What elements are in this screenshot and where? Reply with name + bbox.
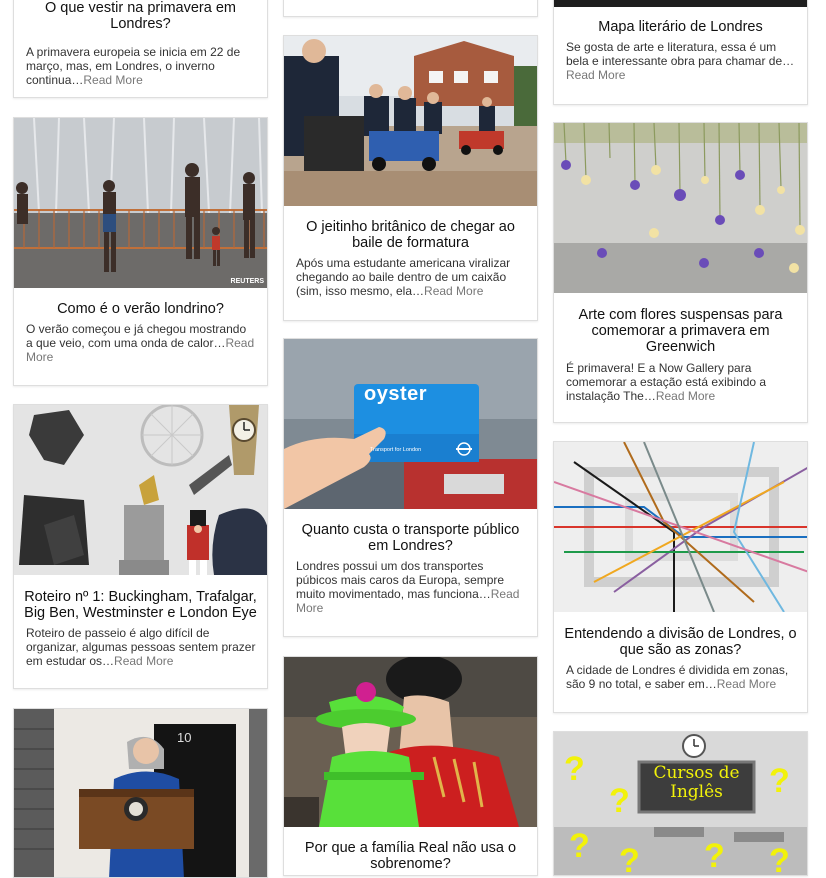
article-card-transport[interactable]: oyster Transport for London Quanto custa…: [283, 338, 538, 637]
london-landmarks-collage: [14, 405, 267, 575]
oyster-card-subtitle: Transport for London: [370, 447, 422, 453]
royals-photo: [284, 657, 537, 827]
article-excerpt: A cidade de Londres é dividida em zonas,…: [566, 663, 789, 691]
read-more-link[interactable]: Read More: [424, 284, 483, 298]
article-card-royal-family[interactable]: Por que a família Real não usa o sobreno…: [283, 656, 538, 876]
article-image-royals[interactable]: [284, 657, 537, 827]
article-image-tube-map[interactable]: [554, 442, 807, 612]
article-excerpt: A primavera europeia se inicia em 22 de …: [26, 45, 241, 87]
article-title[interactable]: Por que a família Real não usa o sobreno…: [284, 840, 537, 872]
svg-text:?: ?: [569, 827, 590, 865]
article-excerpt: Roteiro de passeio é algo difícil de org…: [26, 626, 256, 668]
article-card-prom[interactable]: O jeitinho britânico de chegar ao baile …: [283, 35, 538, 321]
hanging-flowers-photo: [554, 123, 807, 293]
article-card-zones[interactable]: Entendendo a divisão de Londres, o que s…: [553, 441, 808, 713]
article-image-landmarks[interactable]: [14, 405, 267, 575]
prom-scooters-photo: [284, 36, 537, 206]
read-more-link[interactable]: Read More: [83, 73, 142, 87]
svg-text:?: ?: [704, 837, 725, 875]
article-card-spring-clothes[interactable]: O que vestir na primavera em Londres? A …: [13, 0, 268, 98]
article-excerpt: O verão começou e já chegou mostrando a …: [26, 322, 255, 364]
article-title[interactable]: O que vestir na primavera em Londres?: [14, 0, 267, 32]
courses-banner-text: Cursos de Inglês: [653, 763, 740, 802]
svg-text:?: ?: [769, 762, 790, 800]
article-excerpt: Londres possui um dos transportes púbico…: [296, 559, 520, 615]
article-image-flowers[interactable]: [554, 123, 807, 293]
literary-map-photo: [554, 0, 807, 7]
downing-street-photo: [14, 709, 267, 877]
article-card-literary-map[interactable]: Mapa literário de Londres Se gosta de ar…: [553, 0, 808, 105]
article-image-courses[interactable]: ??? ???? Cursos de Inglês: [554, 732, 807, 876]
article-image-prom[interactable]: [284, 36, 537, 206]
article-title[interactable]: Entendendo a divisão de Londres, o que s…: [554, 626, 807, 658]
svg-text:?: ?: [609, 782, 630, 820]
article-excerpt: É primavera! E a Now Gallery para comemo…: [566, 361, 767, 403]
article-image-oyster[interactable]: oyster Transport for London: [284, 339, 537, 509]
article-title[interactable]: Arte com flores suspensas para comemorar…: [554, 307, 807, 355]
svg-text:?: ?: [769, 842, 790, 876]
tube-map-image: [554, 442, 807, 612]
article-image-downing-street[interactable]: 10: [14, 709, 267, 877]
article-title[interactable]: Roteiro nº 1: Buckingham, Trafalgar, Big…: [14, 589, 267, 621]
door-number: 10: [177, 730, 192, 745]
article-image-fountain[interactable]: REUTERS: [14, 118, 267, 288]
article-excerpt: Se gosta de arte e literatura, essa é um…: [566, 40, 795, 82]
svg-text:?: ?: [619, 842, 640, 876]
article-title[interactable]: O jeitinho britânico de chegar ao baile …: [284, 219, 537, 251]
article-title[interactable]: Mapa literário de Londres: [554, 19, 807, 35]
article-title[interactable]: Quanto custa o transporte público em Lon…: [284, 522, 537, 554]
article-card-downing-street[interactable]: 10: [13, 708, 268, 878]
read-more-link[interactable]: Read More: [656, 389, 715, 403]
article-card-top-stub[interactable]: [283, 0, 538, 17]
svg-text:?: ?: [564, 750, 585, 788]
article-title[interactable]: Como é o verão londrino?: [14, 301, 267, 317]
english-courses-banner: ??? ????: [554, 732, 807, 876]
read-more-link[interactable]: Read More: [566, 68, 625, 82]
oyster-card-brand: oyster: [364, 383, 428, 405]
read-more-link[interactable]: Read More: [114, 654, 173, 668]
article-excerpt: Após uma estudante americana viralizar c…: [296, 256, 511, 298]
article-card-english-courses[interactable]: ??? ???? Cursos de Inglês: [553, 731, 808, 876]
article-card-summer[interactable]: REUTERS Como é o verão londrino? O verão…: [13, 117, 268, 386]
fountain-photo: [14, 118, 267, 288]
read-more-link[interactable]: Read More: [717, 677, 776, 691]
article-card-hanging-flowers[interactable]: Arte com flores suspensas para comemorar…: [553, 122, 808, 423]
article-image-literary-map[interactable]: [554, 0, 807, 7]
article-card-itinerary[interactable]: Roteiro nº 1: Buckingham, Trafalgar, Big…: [13, 404, 268, 689]
reuters-watermark: REUTERS: [230, 278, 264, 285]
oyster-card-photo: [284, 339, 537, 509]
